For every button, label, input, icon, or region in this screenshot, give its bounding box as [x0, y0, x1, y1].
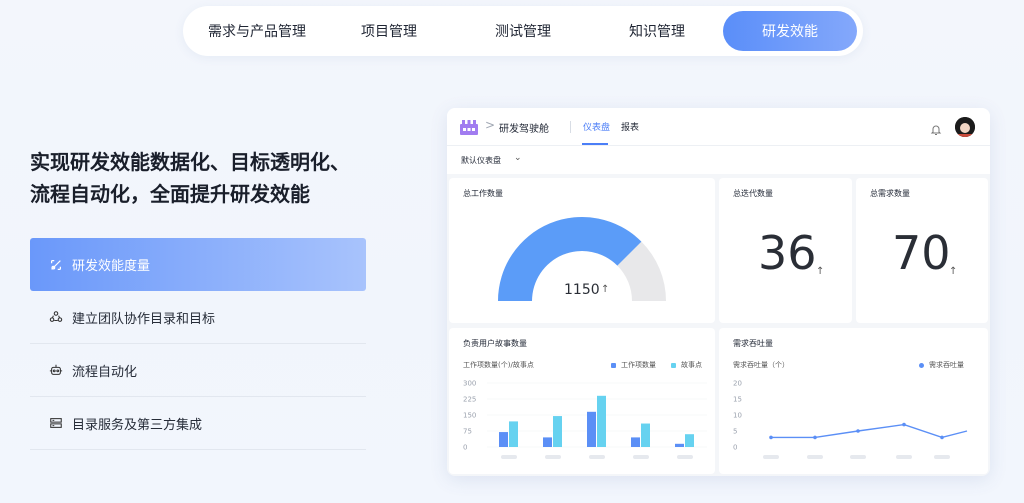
data-point	[902, 422, 906, 427]
gauge-value: 1150	[564, 282, 600, 298]
feature-list: 研发效能度量 建立团队协作目录和目标 流程自动化 目录服务及第三方集成	[30, 238, 366, 450]
bar-work-items	[499, 432, 508, 447]
avatar[interactable]	[955, 117, 975, 137]
x-tick-placeholder	[677, 455, 693, 459]
robot-icon	[48, 362, 64, 378]
total-iterations-panel: 总迭代数量 36 ↑	[719, 178, 852, 323]
chevron-right-icon: >	[485, 118, 496, 132]
feature-label: 研发效能度量	[72, 259, 151, 274]
measure-icon	[48, 257, 64, 273]
feature-item-automation[interactable]: 流程自动化	[30, 344, 366, 397]
dashboard-header: > 研发驾驶舱 仪表盘 报表	[447, 108, 990, 146]
x-tick-placeholder	[633, 455, 649, 459]
data-point	[769, 435, 773, 440]
iterations-value: 36	[758, 226, 817, 280]
x-tick-placeholder	[896, 455, 912, 459]
y-tick-label: 0	[463, 444, 467, 452]
x-tick-placeholder	[807, 455, 823, 459]
bar-story-points	[685, 434, 694, 447]
x-tick-placeholder	[589, 455, 605, 459]
y-tick-label: 75	[463, 428, 472, 436]
y-tick-label: 0	[733, 444, 737, 452]
feature-item-integration[interactable]: 目录服务及第三方集成	[30, 397, 366, 450]
server-icon	[48, 415, 64, 431]
y-tick-label: 225	[463, 396, 476, 404]
x-tick-placeholder	[501, 455, 517, 459]
x-tick-placeholder	[545, 455, 561, 459]
tab-testing[interactable]: 测试管理	[455, 11, 591, 51]
dashboard-selector-bar: 默认仪表盘 ⌄	[447, 146, 990, 174]
y-tick-label: 20	[733, 380, 742, 388]
arrow-up-icon: ↑	[601, 284, 610, 295]
header-divider	[570, 121, 571, 133]
bar-story-points	[509, 421, 518, 447]
bar-story-points	[641, 423, 650, 447]
headline-line-2: 流程自动化，全面提升研发效能	[30, 182, 310, 206]
bar-work-items	[631, 437, 640, 447]
dashboard-selector[interactable]: 默认仪表盘	[461, 155, 501, 166]
bar-chart: 300 225 150 75 0	[463, 380, 707, 459]
team-icon	[48, 309, 64, 325]
throughput-panel: 需求吞吐量 需求吞吐量（个） 需求吞吐量 20 15 10 5 0	[719, 328, 988, 474]
tab-requirements[interactable]: 需求与产品管理	[191, 11, 323, 51]
bar-work-items	[675, 443, 684, 447]
dashboard-preview: > 研发驾驶舱 仪表盘 报表 默认仪表盘 ⌄ 总工作数量 1150 ↑ 总迭代数…	[447, 108, 990, 476]
feature-item-measure[interactable]: 研发效能度量	[30, 238, 366, 291]
breadcrumb-title: 研发驾驶舱	[499, 124, 549, 135]
panel-title: 总需求数量	[870, 189, 910, 198]
tab-dashboard[interactable]: 仪表盘	[583, 120, 610, 133]
tab-projects[interactable]: 项目管理	[323, 11, 455, 51]
active-tab-underline	[582, 143, 608, 145]
bell-icon[interactable]	[930, 121, 942, 135]
feature-label: 流程自动化	[72, 364, 138, 380]
story-count-panel: 负责用户故事数量 工作项数量(个)/故事点 工作项数量 故事点 300 225 15…	[449, 328, 715, 474]
data-point	[856, 429, 860, 433]
x-tick-placeholder	[850, 455, 866, 459]
line-chart: 20 15 10 5 0	[733, 380, 968, 459]
arrow-up-icon: ↑	[949, 266, 958, 277]
tab-reports[interactable]: 报表	[621, 120, 639, 133]
x-tick-placeholder	[763, 455, 779, 459]
top-nav-tabs: 需求与产品管理 项目管理 测试管理 知识管理 研发效能	[183, 6, 863, 56]
series-line	[771, 423, 968, 439]
panel-title: 总迭代数量	[733, 189, 773, 198]
bar-story-points	[597, 395, 606, 447]
tab-knowledge[interactable]: 知识管理	[591, 11, 723, 51]
headline-line-1: 实现研发效能数据化、目标透明化、	[30, 150, 350, 174]
bar-work-items	[543, 437, 552, 447]
bar-work-items	[587, 411, 596, 447]
requirements-value: 70	[892, 226, 951, 280]
factory-logo-icon	[459, 117, 479, 137]
y-tick-label: 10	[733, 412, 742, 420]
total-work-panel: 总工作数量 1150 ↑	[449, 178, 715, 323]
tab-rd-efficiency[interactable]: 研发效能	[723, 11, 857, 51]
bar-story-points	[553, 416, 562, 447]
data-point	[813, 435, 817, 440]
y-tick-label: 150	[463, 412, 476, 420]
feature-item-team[interactable]: 建立团队协作目录和目标	[30, 291, 366, 344]
x-tick-placeholder	[934, 455, 950, 459]
y-tick-label: 15	[733, 396, 742, 404]
feature-label: 目录服务及第三方集成	[72, 417, 203, 433]
total-requirements-panel: 总需求数量 70 ↑	[856, 178, 988, 323]
chevron-down-icon[interactable]: ⌄	[514, 153, 522, 163]
page-headline: 实现研发效能数据化、目标透明化、 流程自动化，全面提升研发效能	[30, 146, 390, 210]
y-tick-label: 300	[463, 380, 476, 388]
y-tick-label: 5	[733, 428, 737, 436]
gauge-chart	[498, 217, 666, 301]
data-point	[940, 435, 944, 440]
feature-label: 建立团队协作目录和目标	[72, 311, 216, 327]
arrow-up-icon: ↑	[816, 266, 825, 277]
